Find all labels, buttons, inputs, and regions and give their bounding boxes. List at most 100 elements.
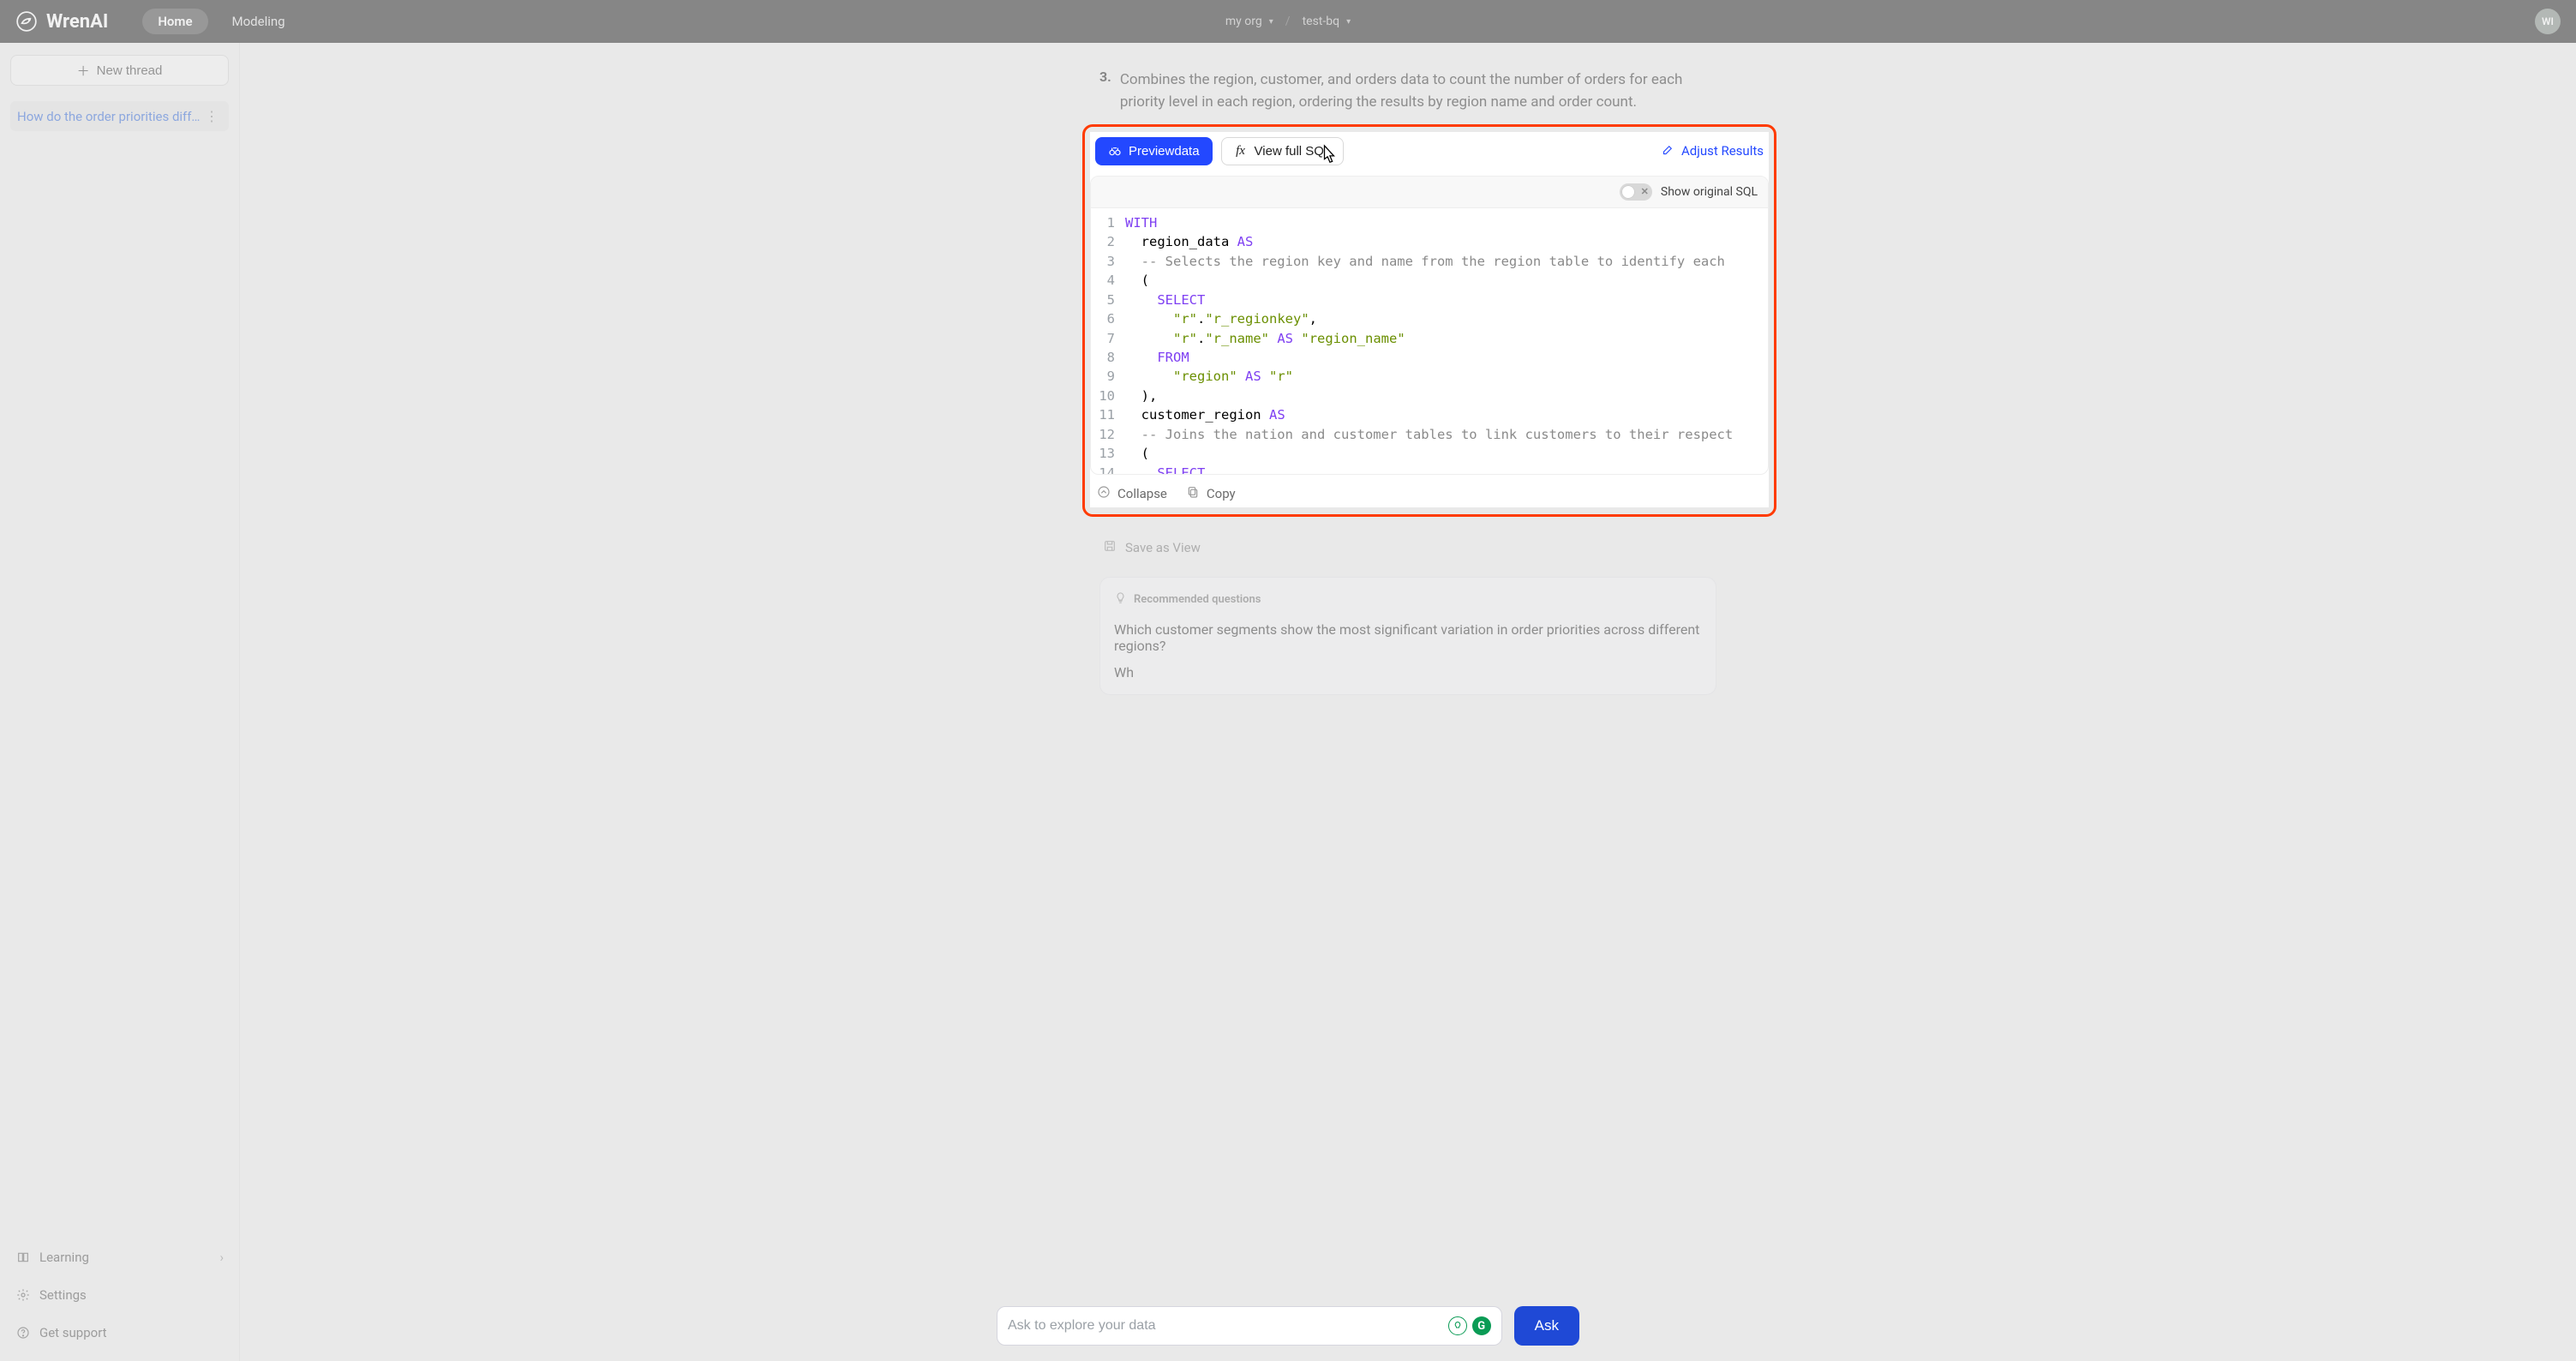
code-line: 9 "region" AS "r" [1091,367,1768,386]
line-code: "r"."r_regionkey", [1125,309,1327,328]
code-line: 6 "r"."r_regionkey", [1091,309,1768,328]
line-number: 12 [1091,425,1125,444]
line-number: 9 [1091,367,1125,386]
brand[interactable]: WrenAI [15,10,108,33]
code-line: 4 ( [1091,271,1768,290]
recommended-question[interactable]: Wh [1114,659,1702,686]
code-line: 11 customer_region AS [1091,405,1768,424]
crumb-org-label: my org [1225,15,1262,28]
crumb-org[interactable]: my org ▾ [1225,15,1273,28]
composer-input[interactable] [1008,1318,1448,1334]
bird-logo-icon [15,10,38,33]
chevron-down-icon: ▾ [1346,17,1351,27]
save-icon [1103,539,1117,556]
kebab-icon[interactable]: ⋮ [201,108,222,124]
tab-modeling[interactable]: Modeling [217,9,301,34]
idea-icon[interactable] [1448,1316,1467,1335]
sidebar-item-settings[interactable]: Settings [10,1279,229,1311]
code-line: 2 region_data AS [1091,232,1768,251]
line-number: 13 [1091,444,1125,463]
line-code: customer_region AS [1125,405,1296,424]
grammarly-icon[interactable]: G [1472,1316,1491,1335]
show-original-sql-label: Show original SQL [1661,185,1758,199]
line-code: SELECT [1125,291,1215,309]
step-text: Combines the region, customer, and order… [1120,69,1716,114]
avatar-initials: WI [2542,15,2554,27]
crumb-project[interactable]: test-bq ▾ [1303,15,1351,28]
new-thread-button[interactable]: ＋ New thread [10,55,229,86]
view-full-sql-button[interactable]: fx View full SQL [1221,137,1345,165]
edit-icon [1662,143,1674,159]
line-code: -- Joins the nation and customer tables … [1125,425,1743,444]
recommended-question[interactable]: Which customer segments show the most si… [1114,616,1702,659]
show-original-sql-toggle[interactable]: ✕ [1620,183,1652,201]
code-line: 14 SELECT [1091,464,1768,474]
crumb-project-label: test-bq [1303,15,1340,28]
help-icon [15,1326,31,1340]
chevron-right-icon: › [219,1250,224,1265]
chevron-up-circle-icon [1097,485,1111,502]
copy-button[interactable]: Copy [1186,485,1236,502]
sql-code-body[interactable]: 1WITH2 region_data AS3 -- Selects the re… [1091,208,1768,474]
nav-tabs: Home Modeling [142,9,300,34]
line-number: 3 [1091,252,1125,271]
code-line: 7 "r"."r_name" AS "region_name" [1091,329,1768,348]
fx-icon: fx [1234,144,1248,158]
book-icon [15,1250,31,1264]
line-number: 6 [1091,309,1125,328]
x-icon: ✕ [1641,186,1649,197]
sidebar: ＋ New thread How do the order priorities… [0,43,240,1361]
collapse-button[interactable]: Collapse [1097,485,1167,502]
line-code: WITH [1125,213,1167,232]
adjust-results-button[interactable]: Adjust Results [1662,143,1764,159]
save-as-view-button[interactable]: Save as View [1103,539,1201,556]
highlighted-panel-outline: Previewdata fx View full SQL [1082,124,1776,517]
line-number: 10 [1091,387,1125,405]
breadcrumb: my org ▾ / test-bq ▾ [1225,15,1351,28]
thread-link[interactable]: How do the order priorities differ … [17,109,201,124]
preview-data-button[interactable]: Previewdata [1095,137,1213,165]
line-code: ), [1125,387,1167,405]
sidebar-item-learning[interactable]: Learning › [10,1241,229,1274]
main: 3. Combines the region, customer, and or… [240,43,2576,1361]
line-code: "r"."r_name" AS "region_name" [1125,329,1416,348]
ask-button[interactable]: Ask [1514,1306,1579,1346]
composer-input-wrap[interactable]: G [997,1306,1502,1346]
sidebar-item-label: Settings [39,1287,87,1303]
sidebar-item-support[interactable]: Get support [10,1316,229,1349]
plus-icon: ＋ [77,62,90,80]
recommended-questions-header: Recommended questions [1134,593,1261,606]
line-number: 2 [1091,232,1125,251]
code-line: 1WITH [1091,213,1768,232]
code-line: 12 -- Joins the nation and customer tabl… [1091,425,1768,444]
collapse-label: Collapse [1117,486,1167,501]
line-number: 14 [1091,464,1125,474]
crumb-sep: / [1285,15,1291,28]
code-line: 8 FROM [1091,348,1768,367]
line-code: ( [1125,444,1159,463]
thread-row[interactable]: How do the order priorities differ … ⋮ [10,101,229,131]
line-code: region_data AS [1125,232,1263,251]
bulb-icon [1114,591,1127,608]
view-full-sql-label: View full SQL [1255,144,1332,159]
tab-home[interactable]: Home [142,9,207,34]
sidebar-item-label: Learning [39,1250,89,1265]
line-number: 1 [1091,213,1125,232]
sql-card: ✕ Show original SQL 1WITH2 region_data A… [1090,176,1769,475]
line-code: ( [1125,271,1159,290]
adjust-results-label: Adjust Results [1681,143,1764,159]
binoculars-icon [1108,144,1122,158]
code-line: 10 ), [1091,387,1768,405]
preview-data-label: Previewdata [1129,144,1200,159]
sidebar-item-label: Get support [39,1325,107,1340]
new-thread-label: New thread [97,63,163,78]
line-code: "region" AS "r" [1125,367,1303,386]
line-number: 7 [1091,329,1125,348]
step-row: 3. Combines the region, customer, and or… [1099,69,1716,114]
code-line: 3 -- Selects the region key and name fro… [1091,252,1768,271]
copy-icon [1186,485,1200,502]
chevron-down-icon: ▾ [1269,17,1273,27]
line-number: 5 [1091,291,1125,309]
avatar[interactable]: WI [2535,9,2561,34]
save-as-view-label: Save as View [1125,540,1201,555]
